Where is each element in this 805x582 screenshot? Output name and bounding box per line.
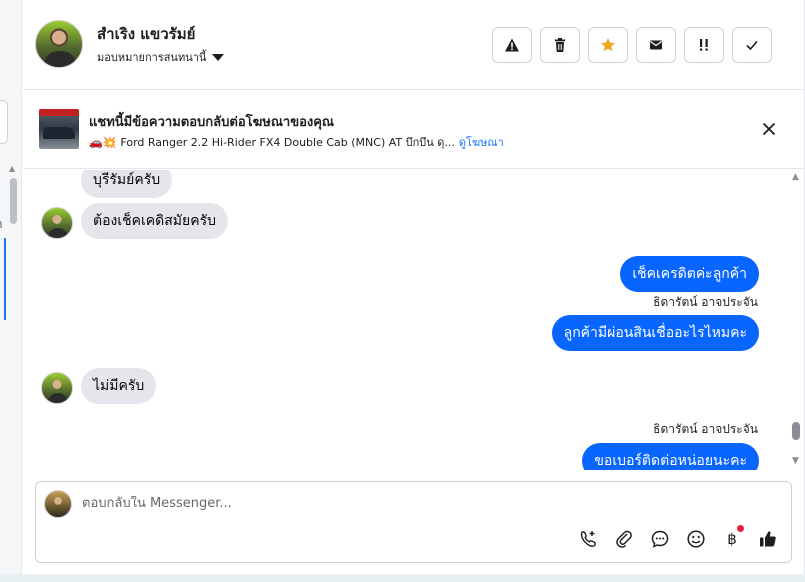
ad-description: Ford Ranger 2.2 Hi-Rider FX4 Double Cab …: [120, 136, 455, 149]
list-fragment-text-2: n: [0, 217, 3, 231]
conversation-list-edge: s ▲ n: [0, 0, 22, 574]
call-add-icon: [580, 531, 596, 547]
reply-input[interactable]: [82, 496, 582, 511]
page-avatar: [44, 490, 72, 518]
contact-avatar[interactable]: [35, 20, 83, 68]
baht-icon: ฿: [727, 530, 737, 548]
ad-reply-banner: แชทนี้มีข้อความตอบกลับต่อโฆษณาของคุณ 🚗💥 …: [23, 91, 804, 169]
call-add-button[interactable]: [577, 528, 599, 550]
assign-conversation-dropdown[interactable]: มอบหมายการสนทนานี้: [97, 48, 225, 66]
ad-banner-subtitle: 🚗💥 Ford Ranger 2.2 Hi-Rider FX4 Double C…: [89, 133, 504, 151]
paperclip-icon: [616, 530, 632, 548]
emoji-icon: [687, 530, 705, 548]
scroll-down-arrow[interactable]: ▼: [792, 456, 799, 466]
star-icon: [601, 38, 615, 52]
scroll-up-arrow[interactable]: ▲: [792, 172, 799, 182]
report-spam-button[interactable]: [492, 27, 532, 63]
bottom-edge: [0, 574, 805, 582]
contact-avatar-small[interactable]: [41, 207, 73, 239]
message-scrollbar[interactable]: ▲ ▼: [789, 172, 803, 468]
star-button[interactable]: [588, 27, 628, 63]
message-thread: บุรีรัมย์ครับ ต้องเช็คเคดิสมัยครับ เช็คเ…: [23, 170, 804, 470]
thumbs-up-icon: [760, 531, 776, 547]
ad-thumbnail[interactable]: [39, 109, 79, 149]
trash-icon: [555, 38, 565, 52]
envelope-icon: [650, 40, 662, 50]
selected-conversation-indicator: [4, 238, 6, 320]
done-button[interactable]: [732, 27, 772, 63]
like-button[interactable]: [757, 528, 779, 550]
contact-name[interactable]: สำเริง แขวรัมย์: [97, 22, 195, 46]
notification-dot: [737, 525, 744, 532]
search-box-fragment[interactable]: [0, 100, 8, 144]
chevron-down-icon: [212, 53, 225, 61]
view-ad-link[interactable]: ดูโฆษณา: [459, 133, 504, 151]
chat-bubble-icon: [651, 530, 669, 548]
message-outgoing[interactable]: ขอเบอร์ติดต่อหน่อยนะคะ: [582, 443, 759, 470]
conversation-actions: [492, 27, 772, 63]
payment-button[interactable]: ฿: [721, 525, 744, 550]
emoji-button[interactable]: [685, 528, 707, 550]
sender-name: ธิดารัตน์ อาจประจัน: [653, 295, 758, 309]
reply-composer: ฿: [35, 481, 792, 563]
message-incoming[interactable]: ต้องเช็คเคดิสมัยครับ: [81, 203, 228, 239]
conversation-panel: สำเริง แขวรัมย์ มอบหมายการสนทนานี้ แชทนี…: [23, 0, 805, 574]
conversation-header: สำเริง แขวรัมย์ มอบหมายการสนทนานี้: [23, 0, 804, 90]
composer-tools: ฿: [577, 525, 779, 550]
close-icon: [762, 122, 776, 136]
checkmark-icon: [746, 40, 758, 51]
message-scrollbar-thumb[interactable]: [792, 422, 800, 440]
message-outgoing[interactable]: ลูกค้ามีผ่อนสินเชื่ออะไรไหมคะ: [551, 315, 759, 351]
warning-icon: [505, 38, 519, 52]
scroll-up-arrow[interactable]: ▲: [9, 164, 15, 173]
follow-up-button[interactable]: [684, 27, 724, 63]
close-banner-button[interactable]: [759, 119, 779, 139]
message-outgoing[interactable]: เช็คเครดิตค่ะลูกค้า: [620, 256, 759, 292]
mark-unread-button[interactable]: [636, 27, 676, 63]
ad-emoji: 🚗💥: [89, 135, 117, 149]
double-exclamation-icon: [700, 39, 708, 51]
attach-button[interactable]: [613, 528, 635, 550]
list-scrollbar-thumb[interactable]: [10, 178, 17, 224]
message-incoming[interactable]: บุรีรัมย์ครับ: [81, 170, 173, 198]
saved-replies-button[interactable]: [649, 528, 671, 550]
ad-banner-title: แชทนี้มีข้อความตอบกลับต่อโฆษณาของคุณ: [89, 115, 334, 130]
sender-name: ธิดารัตน์ อาจประจัน: [653, 422, 758, 436]
assign-label: มอบหมายการสนทนานี้: [97, 51, 207, 64]
message-incoming[interactable]: ไม่มีครับ: [81, 368, 157, 404]
contact-avatar-small[interactable]: [41, 372, 73, 404]
delete-button[interactable]: [540, 27, 580, 63]
